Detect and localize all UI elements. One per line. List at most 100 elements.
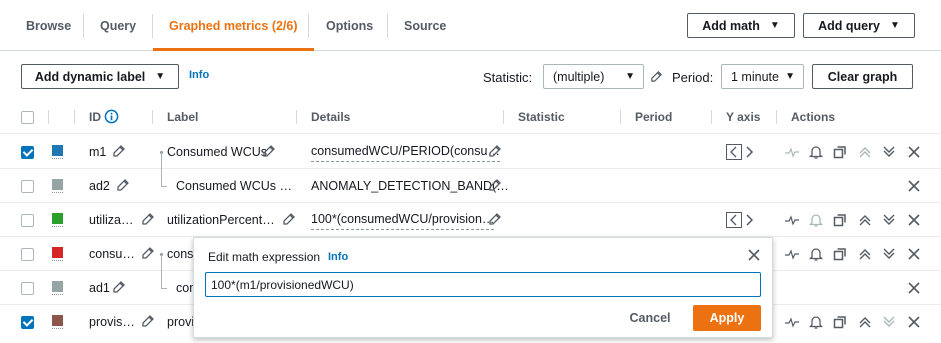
add-query-button[interactable]: Add query ▼ (803, 13, 915, 38)
edit-math-expression-popover: Edit math expression Info Cancel Apply (193, 237, 773, 338)
edit-id-icon[interactable] (141, 246, 155, 260)
close-icon[interactable] (747, 248, 761, 262)
move-down-icon[interactable] (881, 212, 897, 228)
row-checkbox[interactable] (21, 214, 34, 227)
math-function-icon[interactable] (784, 314, 800, 330)
edit-id-icon[interactable] (141, 314, 155, 328)
move-down-icon[interactable] (881, 314, 897, 330)
column-header-statistic[interactable]: Statistic (518, 100, 565, 134)
edit-label-icon[interactable] (282, 212, 296, 226)
duplicate-icon[interactable] (832, 314, 848, 330)
swatch-style-indicator (52, 226, 63, 228)
column-header-label[interactable]: Label (167, 100, 198, 134)
metric-id: consu… (89, 247, 135, 261)
remove-icon[interactable] (906, 280, 922, 296)
row-checkbox[interactable] (21, 316, 34, 329)
apply-button[interactable]: Apply (693, 305, 761, 331)
series-color-swatch[interactable] (52, 145, 63, 156)
metric-id: provis… (89, 315, 135, 329)
y-axis-toggle[interactable] (726, 212, 756, 228)
duplicate-icon[interactable] (832, 144, 848, 160)
tab-options[interactable]: Options (326, 0, 373, 50)
edit-details-icon[interactable] (488, 178, 502, 192)
metric-label: utilizationPercent… (167, 213, 275, 227)
row-checkbox[interactable] (21, 282, 34, 295)
y-axis-toggle[interactable] (726, 144, 756, 160)
move-up-icon[interactable] (857, 246, 873, 262)
edit-id-icon[interactable] (116, 178, 130, 192)
move-down-icon[interactable] (881, 144, 897, 160)
move-up-icon[interactable] (857, 314, 873, 330)
info-link[interactable]: Info (328, 251, 348, 263)
table-row: ad2 Consumed WCUs … ANOMALY_DETECTION_BA… (0, 169, 941, 203)
metric-label: provi (167, 315, 195, 329)
edit-icon[interactable] (650, 70, 663, 83)
math-function-icon[interactable] (784, 212, 800, 228)
period-select[interactable]: 1 minute ▼ (721, 64, 804, 89)
tab-bar: Browse Query Graphed metrics (2/6) Optio… (0, 0, 941, 51)
edit-details-icon[interactable] (488, 212, 502, 226)
move-down-icon[interactable] (881, 246, 897, 262)
add-dynamic-label-button[interactable]: Add dynamic label ▼ (21, 64, 179, 89)
duplicate-icon[interactable] (832, 212, 848, 228)
metric-id: utiliza… (89, 213, 134, 227)
tab-browse[interactable]: Browse (26, 0, 71, 50)
edit-id-icon[interactable] (112, 144, 126, 158)
column-header-period[interactable]: Period (635, 100, 672, 134)
select-all-checkbox[interactable] (21, 111, 34, 124)
math-function-icon[interactable] (784, 246, 800, 262)
add-query-label: Add query (818, 18, 880, 33)
period-label: Period: (672, 70, 714, 85)
tab-graphed-metrics[interactable]: Graphed metrics (2/6) (153, 0, 314, 51)
alarm-bell-icon[interactable] (808, 314, 824, 330)
add-dynamic-label-text: Add dynamic label (34, 69, 146, 84)
series-color-swatch[interactable] (52, 281, 63, 292)
info-circle-icon[interactable] (104, 109, 119, 124)
alarm-bell-icon[interactable] (808, 212, 824, 228)
metrics-table-header: ID Label Details Statistic Period Y axis… (0, 100, 941, 134)
remove-icon[interactable] (906, 178, 922, 194)
cancel-button[interactable]: Cancel (620, 306, 680, 330)
remove-icon[interactable] (906, 314, 922, 330)
edit-details-icon[interactable] (488, 144, 502, 158)
duplicate-icon[interactable] (832, 246, 848, 262)
column-divider (296, 110, 297, 124)
column-header-details[interactable]: Details (311, 100, 350, 134)
edit-id-icon[interactable] (112, 280, 126, 294)
column-divider (48, 110, 49, 124)
statistic-select[interactable]: (multiple) ▼ (543, 64, 644, 89)
move-up-icon[interactable] (857, 144, 873, 160)
clear-graph-button[interactable]: Clear graph (812, 64, 913, 89)
column-header-id[interactable]: ID (89, 100, 101, 134)
metric-details[interactable]: consumedWCU/PERIOD(consu… (311, 141, 500, 162)
math-function-icon[interactable] (784, 144, 800, 160)
tab-divider (308, 14, 309, 38)
series-color-swatch[interactable] (52, 315, 63, 326)
add-math-button[interactable]: Add math ▼ (687, 13, 795, 38)
row-checkbox[interactable] (21, 180, 34, 193)
clear-graph-label: Clear graph (827, 69, 898, 84)
series-color-swatch[interactable] (52, 179, 63, 190)
series-color-swatch[interactable] (52, 247, 63, 258)
remove-icon[interactable] (906, 144, 922, 160)
remove-icon[interactable] (906, 246, 922, 262)
tab-divider (387, 14, 388, 38)
info-link[interactable]: Info (189, 69, 209, 81)
column-header-y-axis[interactable]: Y axis (726, 100, 760, 134)
edit-id-icon[interactable] (141, 212, 155, 226)
series-color-swatch[interactable] (52, 213, 63, 224)
tab-source[interactable]: Source (404, 0, 446, 50)
edit-label-icon[interactable] (262, 144, 276, 158)
caret-down-icon: ▼ (625, 71, 635, 82)
alarm-bell-icon[interactable] (808, 144, 824, 160)
metric-details[interactable]: 100*(consumedWCU/provision… (311, 209, 495, 230)
tree-connector (161, 152, 162, 169)
tab-query[interactable]: Query (100, 0, 136, 50)
move-up-icon[interactable] (857, 212, 873, 228)
row-checkbox[interactable] (21, 248, 34, 261)
math-expression-input[interactable] (205, 272, 761, 297)
caret-down-icon: ▼ (889, 20, 900, 31)
alarm-bell-icon[interactable] (808, 246, 824, 262)
row-checkbox[interactable] (21, 146, 34, 159)
remove-icon[interactable] (906, 212, 922, 228)
